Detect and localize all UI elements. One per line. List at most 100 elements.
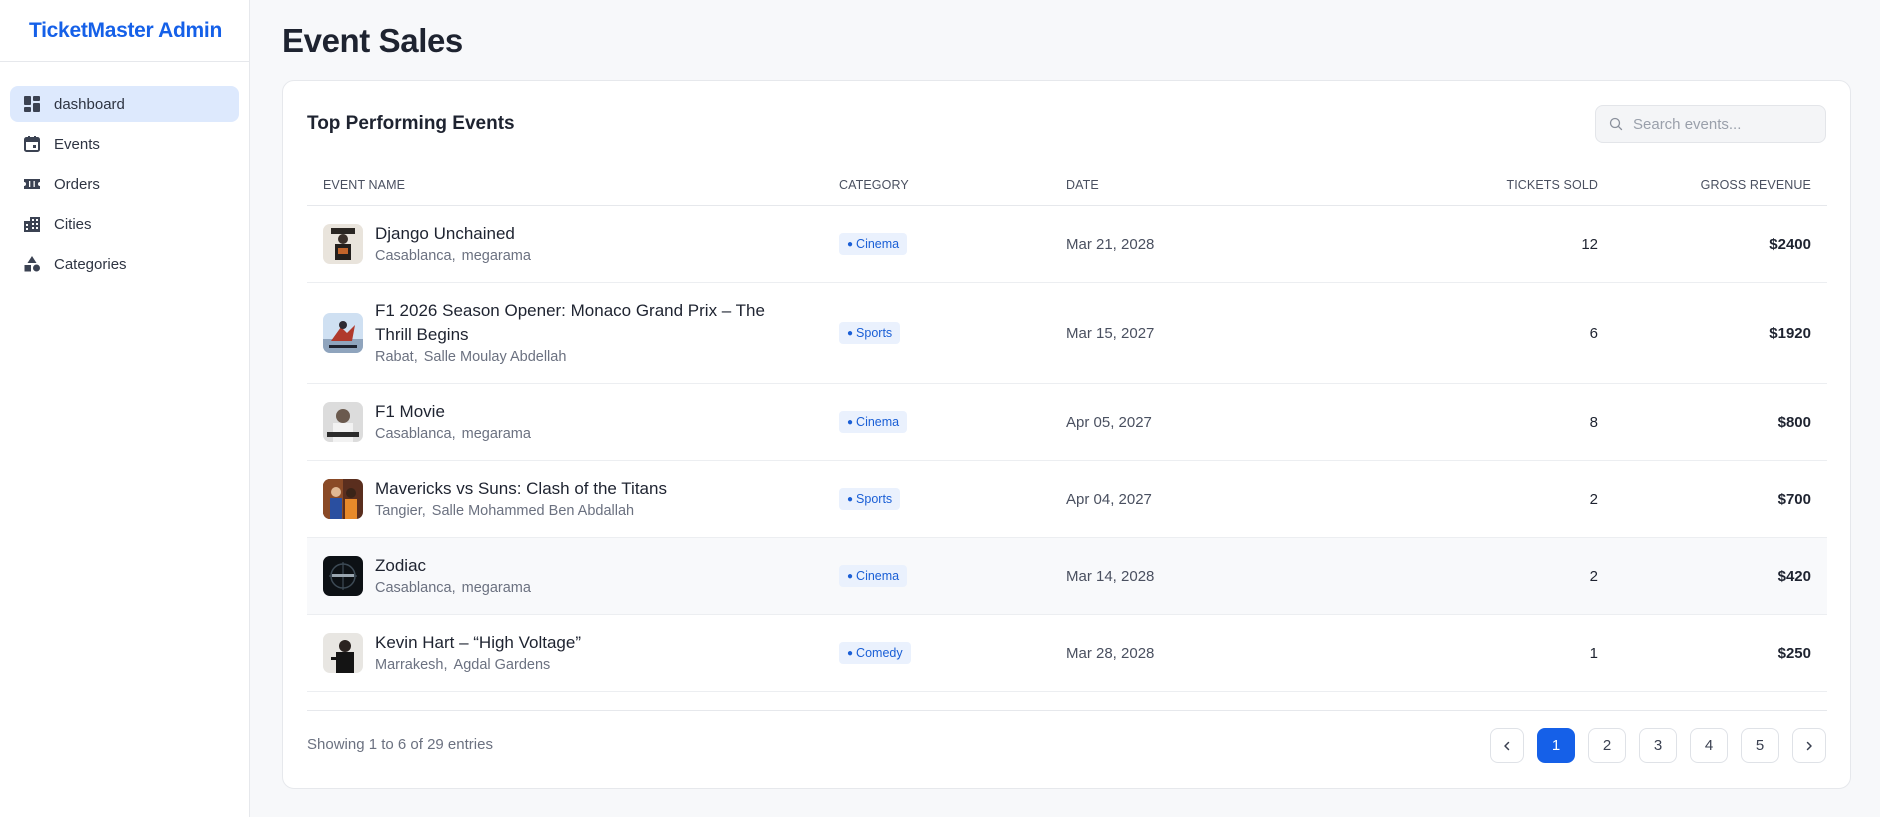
page-button-4[interactable]: 4 <box>1690 728 1728 763</box>
sidebar-item-cities[interactable]: Cities <box>10 206 239 242</box>
gross-revenue: $700 <box>1777 490 1811 508</box>
page-button-5[interactable]: 5 <box>1741 728 1779 763</box>
prev-page-button[interactable] <box>1490 728 1524 763</box>
category-badge: ● Cinema <box>839 565 908 587</box>
sidebar-item-label: Events <box>54 135 100 153</box>
sidebar-item-label: Cities <box>54 215 92 233</box>
f1-movie-poster-thumbnail <box>323 402 363 442</box>
events-table: EVENT NAME CATEGORY DATE TICKETS SOLD GR… <box>307 165 1827 692</box>
event-venue: megarama <box>461 580 531 596</box>
page-button-2[interactable]: 2 <box>1588 728 1626 763</box>
gross-revenue: $250 <box>1777 644 1811 662</box>
header-category[interactable]: CATEGORY <box>839 178 1066 192</box>
event-cell: F1 Movie Casablanca, megarama <box>307 400 839 444</box>
search-box[interactable] <box>1595 105 1826 143</box>
brand-logo[interactable]: TicketMaster Admin <box>0 0 249 62</box>
event-title[interactable]: Kevin Hart – “High Voltage” <box>375 631 581 655</box>
next-page-button[interactable] <box>1792 728 1826 763</box>
event-cell: Django Unchained Casablanca, megarama <box>307 222 839 266</box>
event-city: Casablanca, <box>375 580 456 596</box>
gross-revenue: $2400 <box>1769 235 1811 253</box>
zodiac-poster-thumbnail <box>323 556 363 596</box>
header-tickets-sold[interactable]: TICKETS SOLD <box>1291 178 1598 192</box>
city-icon <box>23 215 41 233</box>
sidebar-item-categories[interactable]: Categories <box>10 246 239 282</box>
header-date[interactable]: DATE <box>1066 178 1291 192</box>
page-button-3[interactable]: 3 <box>1639 728 1677 763</box>
calendar-icon <box>23 135 41 153</box>
top-events-card: Top Performing Events EVENT NAME CATEGOR… <box>282 80 1851 789</box>
event-title[interactable]: F1 2026 Season Opener: Monaco Grand Prix… <box>375 299 795 347</box>
table-header: EVENT NAME CATEGORY DATE TICKETS SOLD GR… <box>307 165 1827 206</box>
event-title[interactable]: F1 Movie <box>375 400 531 424</box>
footer-divider <box>307 710 1827 711</box>
tickets-sold: 12 <box>1581 235 1598 253</box>
card-title: Top Performing Events <box>307 113 515 134</box>
entries-summary: Showing 1 to 6 of 29 entries <box>307 736 493 753</box>
django-poster-thumbnail <box>323 224 363 264</box>
sidebar-item-dashboard[interactable]: dashboard <box>10 86 239 122</box>
f1-race-poster-thumbnail <box>323 313 363 353</box>
search-icon <box>1609 117 1623 131</box>
event-date: Apr 05, 2027 <box>1066 413 1152 431</box>
tickets-sold: 2 <box>1589 567 1598 585</box>
header-event-name[interactable]: EVENT NAME <box>307 178 839 192</box>
table-row[interactable]: F1 Movie Casablanca, megarama ● Cinema Apr… <box>307 384 1827 461</box>
chevron-left-icon <box>1504 741 1510 750</box>
sidebar: TicketMaster Admin dashboard Events Orde… <box>0 0 250 817</box>
event-title[interactable]: Zodiac <box>375 554 531 578</box>
page-button-1[interactable]: 1 <box>1537 728 1575 763</box>
event-cell: Mavericks vs Suns: Clash of the Titans T… <box>307 477 839 521</box>
event-city: Rabat, <box>375 349 418 365</box>
table-row[interactable]: F1 2026 Season Opener: Monaco Grand Prix… <box>307 283 1827 384</box>
event-venue: Salle Moulay Abdellah <box>423 349 567 365</box>
event-city: Casablanca, <box>375 248 456 264</box>
tickets-sold: 6 <box>1589 324 1598 342</box>
category-badge: ● Cinema <box>839 233 908 255</box>
event-cell: Kevin Hart – “High Voltage” Marrakesh, Ag… <box>307 631 839 675</box>
basketball-poster-thumbnail <box>323 479 363 519</box>
event-venue: Agdal Gardens <box>453 657 551 673</box>
category-badge: ● Cinema <box>839 411 908 433</box>
event-city: Casablanca, <box>375 426 456 442</box>
event-date: Mar 14, 2028 <box>1066 567 1155 585</box>
table-row[interactable]: Mavericks vs Suns: Clash of the Titans T… <box>307 461 1827 538</box>
sidebar-item-events[interactable]: Events <box>10 126 239 162</box>
event-cell: Zodiac Casablanca, megarama <box>307 554 839 598</box>
category-badge: ● Comedy <box>839 642 911 664</box>
chevron-right-icon <box>1806 741 1812 750</box>
table-row[interactable]: Kevin Hart – “High Voltage” Marrakesh, Ag… <box>307 615 1827 692</box>
event-date: Mar 28, 2028 <box>1066 644 1155 662</box>
event-title[interactable]: Mavericks vs Suns: Clash of the Titans <box>375 477 667 501</box>
tickets-sold: 2 <box>1589 490 1598 508</box>
page-title: Event Sales <box>282 22 463 59</box>
gross-revenue: $420 <box>1777 567 1811 585</box>
tickets-sold: 8 <box>1589 413 1598 431</box>
event-date: Apr 04, 2027 <box>1066 490 1152 508</box>
sidebar-nav: dashboard Events Orders Cities Categorie… <box>0 62 249 282</box>
search-input[interactable] <box>1633 115 1813 133</box>
sidebar-item-orders[interactable]: Orders <box>10 166 239 202</box>
event-cell: F1 2026 Season Opener: Monaco Grand Prix… <box>307 299 839 367</box>
category-badge: ● Sports <box>839 488 901 510</box>
event-venue: Salle Mohammed Ben Abdallah <box>431 503 635 519</box>
header-gross-revenue[interactable]: GROSS REVENUE <box>1598 178 1827 192</box>
gross-revenue: $1920 <box>1769 324 1811 342</box>
pagination: 1 2 3 4 5 <box>1490 728 1826 763</box>
categories-icon <box>23 255 41 273</box>
gross-revenue: $800 <box>1777 413 1811 431</box>
category-badge: ● Sports <box>839 322 901 344</box>
sidebar-item-label: Categories <box>54 255 127 273</box>
comedian-poster-thumbnail <box>323 633 363 673</box>
event-title[interactable]: Django Unchained <box>375 222 531 246</box>
event-date: Mar 15, 2027 <box>1066 324 1155 342</box>
event-venue: megarama <box>461 426 531 442</box>
table-row[interactable]: Zodiac Casablanca, megarama ● Cinema Mar 1… <box>307 538 1827 615</box>
event-city: Marrakesh, <box>375 657 448 673</box>
event-city: Tangier, <box>375 503 426 519</box>
tickets-sold: 1 <box>1589 644 1598 662</box>
sidebar-item-label: Orders <box>54 175 100 193</box>
event-venue: megarama <box>461 248 531 264</box>
table-row[interactable]: Django Unchained Casablanca, megarama ● Ci… <box>307 206 1827 283</box>
dashboard-icon <box>23 95 41 113</box>
